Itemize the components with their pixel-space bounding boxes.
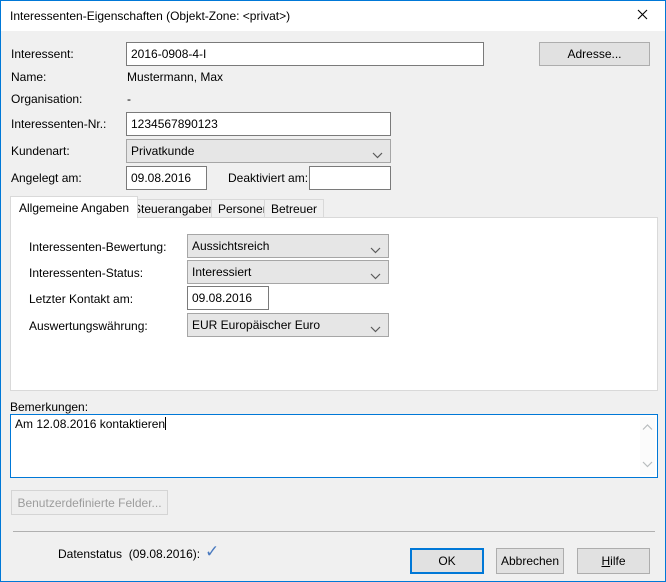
bemerkungen-textarea[interactable]: Am 12.08.2016 kontaktieren bbox=[10, 414, 658, 478]
waehrung-selected-value: EUR Europäischer Euro bbox=[192, 318, 320, 332]
tabstrip: Allgemeine Angaben Steuerangaben Persone… bbox=[10, 196, 656, 218]
letzter-kontakt-input[interactable] bbox=[187, 286, 269, 310]
adresse-button[interactable]: Adresse... bbox=[539, 42, 650, 66]
chevron-down-icon bbox=[370, 243, 381, 257]
waehrung-select[interactable]: EUR Europäischer Euro bbox=[187, 313, 389, 337]
datenstatus-label: Datenstatus (09.08.2016): bbox=[58, 547, 200, 561]
bewertung-selected-value: Aussichtsreich bbox=[192, 239, 269, 253]
checkmark-icon: ✓ bbox=[205, 542, 219, 562]
bewertung-select[interactable]: Aussichtsreich bbox=[187, 234, 389, 258]
status-label: Interessenten-Status: bbox=[29, 266, 143, 280]
interessent-label: Interessent: bbox=[11, 47, 74, 61]
ok-button[interactable]: OK bbox=[410, 548, 484, 574]
chevron-down-icon bbox=[370, 269, 381, 283]
interessenten-nr-input[interactable] bbox=[126, 112, 391, 136]
footer-separator bbox=[13, 531, 655, 532]
status-select[interactable]: Interessiert bbox=[187, 260, 389, 284]
bemerkungen-label: Bemerkungen: bbox=[10, 400, 88, 414]
bewertung-label: Interessenten-Bewertung: bbox=[29, 240, 166, 254]
chevron-down-icon bbox=[370, 322, 381, 336]
close-icon bbox=[637, 9, 648, 23]
help-button[interactable]: Hilfe bbox=[577, 548, 650, 574]
name-value: Mustermann, Max bbox=[127, 70, 223, 84]
tab-allgemeine-angaben[interactable]: Allgemeine Angaben bbox=[10, 196, 138, 218]
kundenart-label: Kundenart: bbox=[11, 144, 70, 158]
interessenten-nr-label: Interessenten-Nr.: bbox=[11, 117, 106, 131]
vertical-scrollbar[interactable] bbox=[640, 417, 655, 475]
angelegt-am-label: Angelegt am: bbox=[11, 171, 82, 185]
text-caret bbox=[165, 417, 166, 430]
dialog-window: Interessenten-Eigenschaften (Objekt-Zone… bbox=[0, 0, 666, 582]
letzter-kontakt-label: Letzter Kontakt am: bbox=[29, 292, 133, 306]
interessent-input[interactable] bbox=[126, 42, 484, 66]
organisation-label: Organisation: bbox=[11, 92, 82, 106]
help-accelerator: H bbox=[601, 554, 610, 568]
tab-steuerangaben[interactable]: Steuerangaben bbox=[126, 199, 222, 218]
titlebar: Interessenten-Eigenschaften (Objekt-Zone… bbox=[1, 1, 665, 31]
close-button[interactable] bbox=[620, 1, 665, 30]
chevron-down-icon bbox=[372, 148, 383, 162]
tab-betreuer[interactable]: Betreuer bbox=[264, 199, 324, 218]
name-label: Name: bbox=[11, 70, 46, 84]
deaktiviert-am-label: Deaktiviert am: bbox=[228, 171, 308, 185]
help-rest: ilfe bbox=[610, 554, 625, 568]
bemerkungen-text: Am 12.08.2016 kontaktieren bbox=[15, 417, 165, 431]
deaktiviert-am-input[interactable] bbox=[309, 166, 391, 190]
status-selected-value: Interessiert bbox=[192, 265, 251, 279]
scroll-up-icon[interactable] bbox=[642, 420, 653, 435]
waehrung-label: Auswertungswährung: bbox=[29, 319, 148, 333]
kundenart-select[interactable]: Privatkunde bbox=[126, 139, 391, 163]
angelegt-am-input[interactable] bbox=[126, 166, 207, 190]
benutzerdefinierte-felder-button: Benutzerdefinierte Felder... bbox=[11, 490, 168, 515]
cancel-button[interactable]: Abbrechen bbox=[496, 548, 564, 574]
kundenart-selected-value: Privatkunde bbox=[131, 144, 194, 158]
window-title: Interessenten-Eigenschaften (Objekt-Zone… bbox=[1, 9, 290, 23]
scroll-down-icon[interactable] bbox=[642, 457, 653, 472]
organisation-value: - bbox=[127, 92, 131, 106]
